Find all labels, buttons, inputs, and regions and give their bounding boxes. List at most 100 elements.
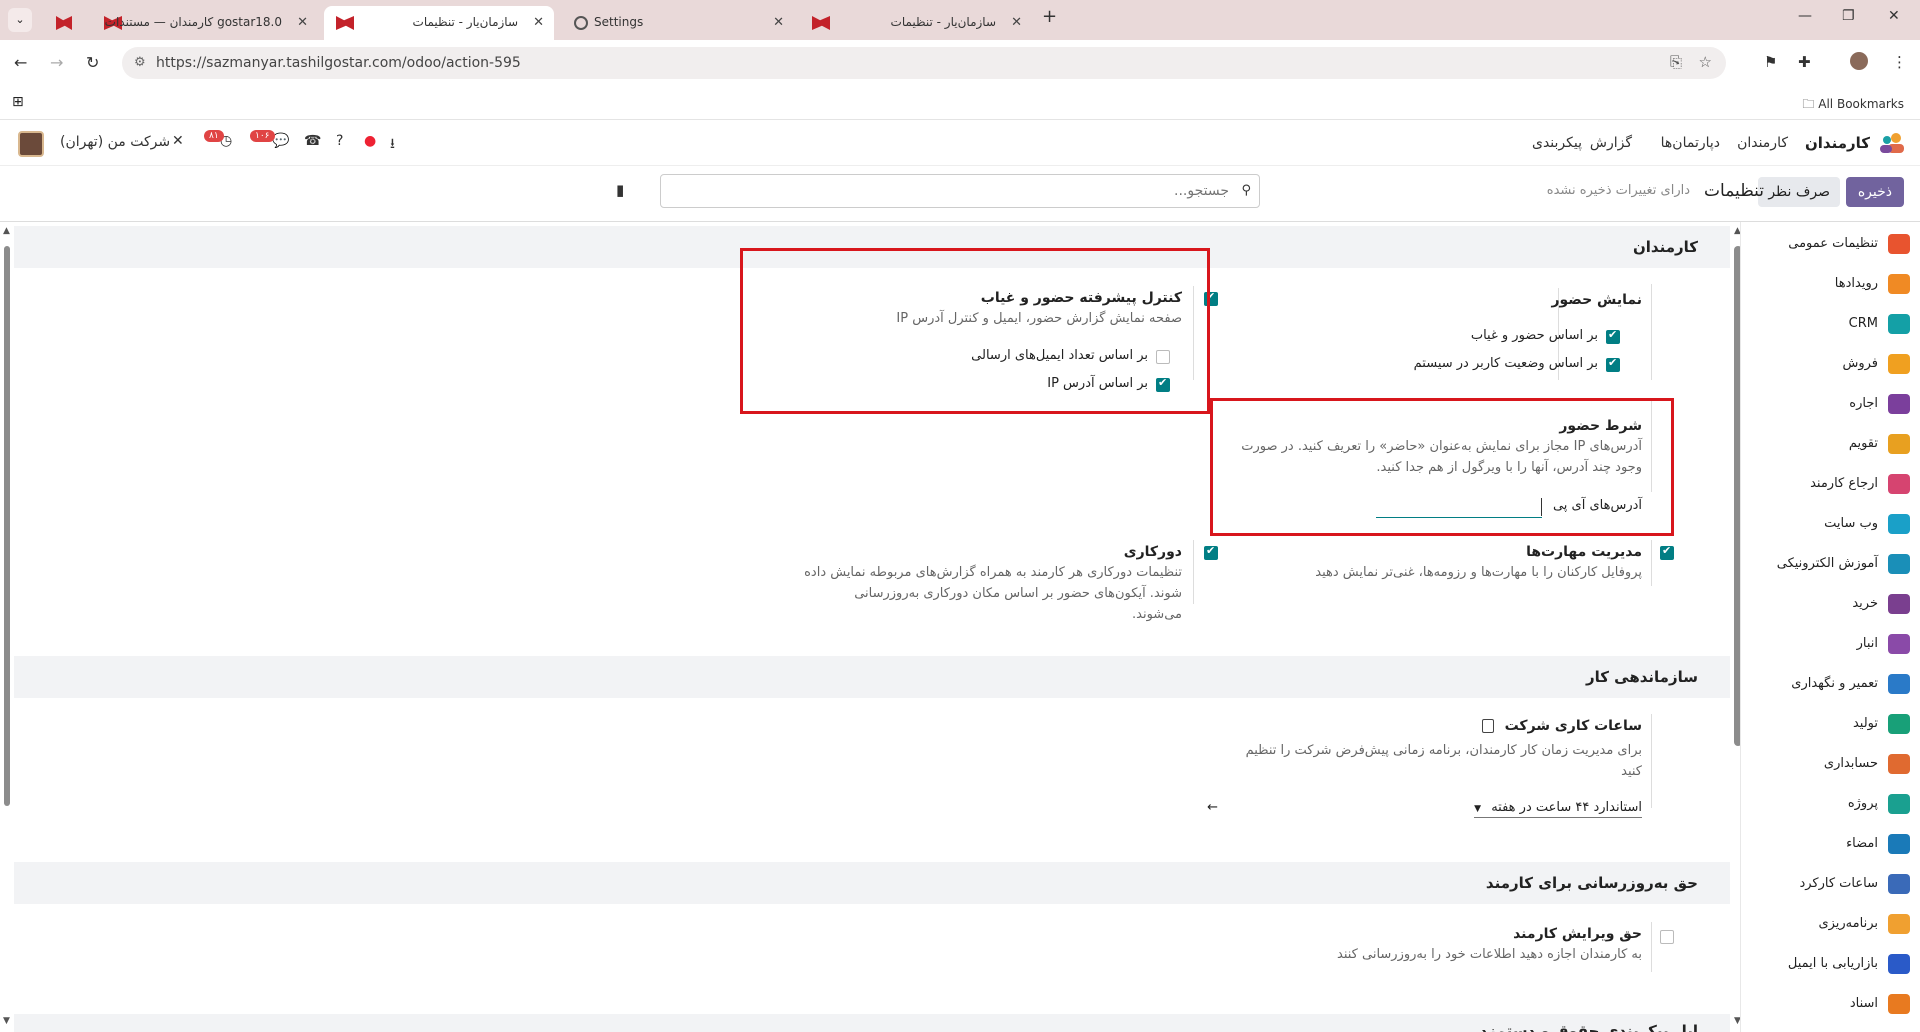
menu-employees[interactable]: کارمندان (1737, 135, 1788, 151)
remote-work-checkbox[interactable] (1204, 544, 1218, 560)
section-update-rights: حق به‌روزرسانی برای کارمند (14, 862, 1730, 904)
internal-link-arrow-icon[interactable]: ← (1207, 800, 1218, 815)
save-button[interactable]: ذخیره (1845, 177, 1904, 207)
reload-icon[interactable]: ↻ (86, 53, 99, 72)
sidebar-item-calendar[interactable]: تقویم (1740, 424, 1920, 464)
sidebar-item-maintenance[interactable]: تعمیر و نگهداری (1740, 664, 1920, 704)
messages-icon[interactable]: 💬 (272, 133, 289, 149)
sidebar-item-website[interactable]: وب سایت (1740, 504, 1920, 544)
email-marketing-icon (1888, 954, 1910, 974)
tab-docs[interactable]: gostar18.0 کارمندان — مستندات ✕ (92, 6, 318, 40)
presence-user-status-checkbox[interactable] (1606, 356, 1620, 372)
crm-icon (1888, 314, 1910, 334)
url-field[interactable]: ⚙ https://sazmanyar.tashilgostar.com/odo… (122, 47, 1726, 79)
tab-search-icon[interactable]: ⌄ (8, 8, 32, 32)
tab-settings-2[interactable]: سازمان‌یار - تنظیمات ✕ (800, 6, 1032, 40)
sidebar-item-sales[interactable]: فروش (1740, 344, 1920, 384)
edit-rights-checkbox[interactable] (1660, 930, 1674, 944)
close-icon[interactable]: ✕ (773, 15, 784, 30)
presence-user-status-label: بر اساس وضعیت کاربر در سیستم (1413, 356, 1598, 371)
bookmark-star-icon[interactable]: ☆ (1699, 53, 1712, 71)
extension-icon[interactable]: ⚑ (1764, 53, 1777, 71)
sidebar-item-manufacturing[interactable]: تولید (1740, 704, 1920, 744)
tab-active-settings[interactable]: سازمان‌یار - تنظیمات ✕ (324, 6, 554, 40)
sidebar-item-project[interactable]: پروژه (1740, 784, 1920, 824)
left-scrollbar[interactable]: ▲ ▼ (3, 226, 10, 1032)
scroll-up-icon[interactable]: ▲ (3, 226, 10, 236)
company-switcher[interactable]: شرکت من (تهران) (60, 134, 170, 150)
close-icon[interactable]: ✕ (297, 15, 308, 30)
tab-title: Settings (594, 15, 644, 29)
sidebar-item-sign[interactable]: امضاء (1740, 824, 1920, 864)
sidebar-item-inventory[interactable]: انبار (1740, 624, 1920, 664)
phone-icon[interactable]: ☎ (304, 133, 321, 149)
remote-work-title: دورکاری (1123, 544, 1182, 560)
sidebar-item-referral[interactable]: ارجاع کارمند (1740, 464, 1920, 504)
sidebar-item-elearning[interactable]: آموزش الکترونیکی (1740, 544, 1920, 584)
sidebar-item-purchase[interactable]: خرید (1740, 584, 1920, 624)
document-icon[interactable] (1481, 719, 1494, 733)
recording-icon[interactable]: ● (364, 133, 376, 149)
search-icon: ⚲ (1241, 183, 1251, 198)
close-icon[interactable]: ✕ (533, 15, 544, 30)
presence-attendance-checkbox[interactable] (1606, 328, 1620, 344)
sidebar-item-email-marketing[interactable]: بازاریابی با ایمیل (1740, 944, 1920, 984)
activity-badge: ۸۱ (204, 130, 224, 142)
scroll-down-icon[interactable]: ▼ (3, 1016, 10, 1026)
close-icon[interactable]: ✕ (1011, 15, 1022, 30)
tab-title: gostar18.0 کارمندان — مستندات (104, 15, 282, 29)
edit-rights-desc: به کارمندان اجازه دهید اطلاعات خود را به… (1337, 947, 1642, 962)
help-icon[interactable]: ? (336, 133, 343, 149)
sidebar-item-planning[interactable]: برنامه‌ریزی (1740, 904, 1920, 944)
bookmark-toggle-icon[interactable]: ▮ (616, 181, 624, 199)
rental-icon (1888, 394, 1910, 414)
tab-pinned[interactable] (44, 6, 84, 40)
employees-app-icon[interactable] (1878, 132, 1906, 154)
scroll-thumb[interactable] (4, 246, 10, 806)
menu-configuration[interactable]: پیکربندی (1532, 135, 1582, 151)
site-info-icon[interactable]: ⚙ (134, 55, 146, 70)
tab-settings-en[interactable]: Settings ✕ (562, 6, 794, 40)
puzzle-icon[interactable]: ✚ (1798, 53, 1811, 71)
skills-title: مدیریت مهارت‌ها (1526, 544, 1642, 560)
sales-icon (1888, 354, 1910, 374)
menu-reporting[interactable]: گزارش (1590, 135, 1632, 151)
address-bar: ← → ↻ ⚙ https://sazmanyar.tashilgostar.c… (0, 40, 1920, 86)
discard-button[interactable]: صرف نظر (1758, 177, 1840, 207)
edit-rights-title: حق ویرایش کارمند (1513, 926, 1642, 942)
search-box[interactable]: ⚲ (660, 174, 1260, 208)
apps-grid-icon[interactable]: ⊞ (12, 94, 24, 110)
sidebar-item-crm[interactable]: CRM (1740, 304, 1920, 344)
settings-favicon-icon (574, 16, 588, 30)
user-avatar[interactable] (18, 131, 44, 157)
sidebar-item-rental[interactable]: اجاره (1740, 384, 1920, 424)
install-app-icon[interactable]: ⎘ (1670, 53, 1682, 71)
divider (1193, 540, 1194, 604)
app-brand[interactable]: کارمندان (1805, 134, 1870, 152)
skills-checkbox[interactable] (1660, 544, 1674, 560)
sidebar-item-general[interactable]: تنظیمات عمومی (1740, 224, 1920, 264)
general-settings-icon (1888, 234, 1910, 254)
kebab-menu-icon[interactable]: ⋮ (1892, 53, 1907, 71)
close-window-icon[interactable]: ✕ (1888, 8, 1900, 24)
tools-icon[interactable]: ✕ (172, 133, 184, 149)
url-text[interactable]: https://sazmanyar.tashilgostar.com/odoo/… (156, 55, 521, 71)
forward-icon[interactable]: → (50, 53, 63, 72)
unsaved-indicator: دارای تغییرات ذخیره نشده (1546, 183, 1690, 198)
sidebar-item-events[interactable]: رویدادها (1740, 264, 1920, 304)
new-tab-button[interactable]: + (1042, 6, 1057, 27)
minimize-icon[interactable]: — (1798, 8, 1812, 24)
presence-attendance-label: بر اساس حضور و غیاب (1470, 328, 1598, 343)
back-icon[interactable]: ← (14, 53, 27, 72)
profile-avatar[interactable] (1850, 52, 1868, 70)
all-bookmarks-button[interactable]: 🗀 All Bookmarks (1802, 95, 1904, 116)
sidebar-item-accounting[interactable]: حسابداری (1740, 744, 1920, 784)
sidebar-item-timesheets[interactable]: ساعات کارکرد (1740, 864, 1920, 904)
search-input[interactable] (689, 181, 1229, 201)
download-icon[interactable]: ⭳ (390, 133, 395, 157)
manufacturing-icon (1888, 714, 1910, 734)
menu-departments[interactable]: دپارتمان‌ها (1661, 135, 1720, 151)
working-hours-select[interactable]: استاندارد ۴۴ ساعت در هفته ▼ (1474, 800, 1642, 818)
sidebar-item-documents[interactable]: اسناد (1740, 984, 1920, 1024)
restore-icon[interactable]: ❐ (1842, 8, 1855, 24)
